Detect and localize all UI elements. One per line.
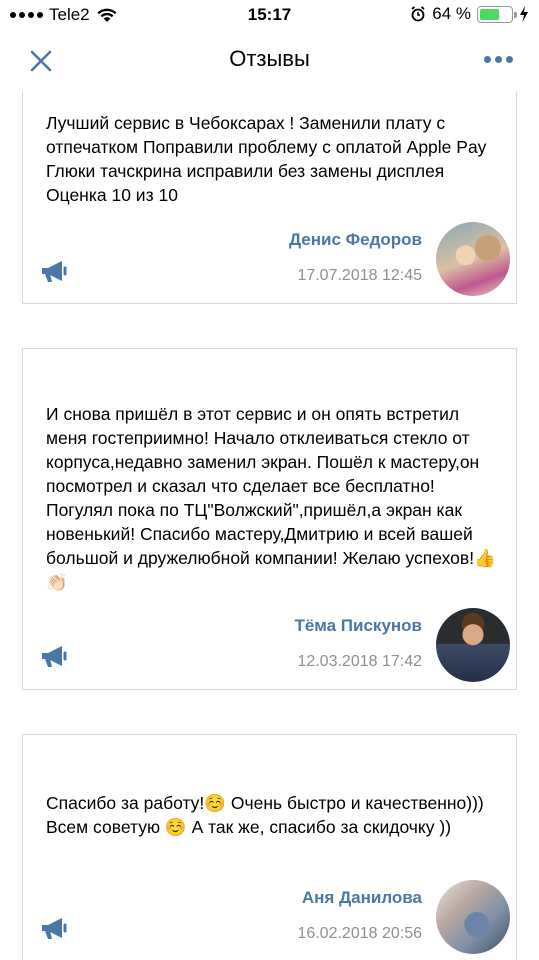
megaphone-icon[interactable] — [40, 645, 70, 669]
megaphone-icon[interactable] — [40, 260, 70, 284]
battery-percent: 64 % — [432, 4, 471, 23]
review-card: И снова пришёл в этот сервис и он опять … — [22, 348, 517, 690]
charging-icon — [520, 6, 528, 22]
review-author[interactable]: Тёма Пискунов — [294, 616, 422, 636]
megaphone-icon[interactable] — [40, 917, 70, 941]
review-date: 12.03.2018 17:42 — [297, 653, 422, 670]
review-date: 16.02.2018 20:56 — [297, 925, 422, 942]
review-text: Лучший сервис в Чебоксарах ! Заменили пл… — [46, 113, 487, 205]
avatar[interactable] — [436, 222, 510, 296]
avatar[interactable] — [436, 880, 510, 954]
more-dots-icon[interactable] — [482, 50, 515, 69]
review-text: Спасибо за работу!☺️ Очень быстро и каче… — [46, 793, 484, 837]
status-bar: Tele2 15:17 64 % — [0, 0, 539, 30]
status-right: 64 % — [410, 4, 529, 24]
review-author[interactable]: Денис Федоров — [289, 230, 422, 250]
alarm-clock-icon — [411, 6, 425, 22]
review-author[interactable]: Аня Данилова — [302, 888, 422, 908]
review-text: И снова пришёл в этот сервис и он опять … — [46, 404, 496, 592]
review-card: Спасибо за работу!☺️ Очень быстро и каче… — [22, 734, 517, 960]
avatar[interactable] — [436, 608, 510, 682]
nav-bar: Отзывы — [0, 30, 539, 90]
review-card: Лучший сервис в Чебоксарах ! Заменили пл… — [22, 92, 517, 304]
page-title: Отзывы — [229, 46, 310, 71]
review-date: 17.07.2018 12:45 — [297, 267, 422, 284]
battery-icon — [477, 5, 517, 23]
